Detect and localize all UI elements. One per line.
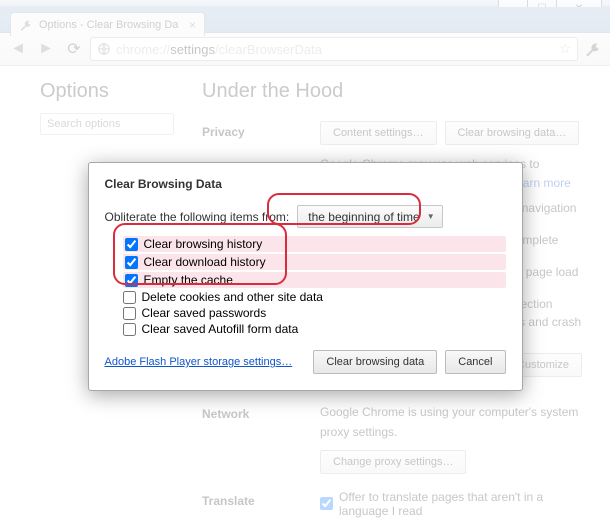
modal-overlay: Clear Browsing Data Obliterate the follo… (0, 0, 610, 520)
obliterate-label: Obliterate the following items from: (105, 210, 290, 224)
clear-data-button[interactable]: Clear browsing data (313, 350, 437, 374)
dialog-check-row: Clear saved Autofill form data (123, 322, 506, 336)
dialog-checkbox-5[interactable] (123, 323, 136, 336)
dialog-check-row: Clear saved passwords (123, 306, 506, 320)
dialog-checkbox-4[interactable] (123, 307, 136, 320)
dialog-checkbox-1[interactable] (125, 256, 138, 269)
dialog-checkbox-3[interactable] (123, 291, 136, 304)
dialog-check-row: Clear download history (123, 254, 506, 270)
dialog-check-label: Clear saved passwords (142, 306, 267, 320)
dialog-title: Clear Browsing Data (105, 177, 506, 191)
dialog-check-label: Empty the cache (144, 273, 233, 287)
flash-storage-link[interactable]: Adobe Flash Player storage settings… (105, 356, 293, 368)
dialog-check-row: Empty the cache (123, 272, 506, 288)
dialog-check-row: Clear browsing history (123, 236, 506, 252)
dialog-check-label: Clear browsing history (144, 237, 263, 251)
dialog-check-label: Delete cookies and other site data (142, 290, 323, 304)
time-range-select[interactable]: the beginning of time (297, 205, 442, 228)
dialog-checkbox-2[interactable] (125, 274, 138, 287)
dialog-check-row: Delete cookies and other site data (123, 290, 506, 304)
dialog-checkbox-0[interactable] (125, 238, 138, 251)
dialog-check-label: Clear download history (144, 255, 266, 269)
dialog-check-label: Clear saved Autofill form data (142, 322, 299, 336)
cancel-button[interactable]: Cancel (445, 350, 505, 374)
checkbox-list: Clear browsing history Clear download his… (123, 236, 506, 336)
clear-browsing-data-dialog: Clear Browsing Data Obliterate the follo… (88, 162, 523, 391)
